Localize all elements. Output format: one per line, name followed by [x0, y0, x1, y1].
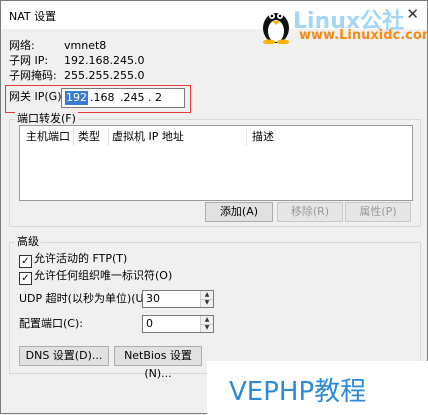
network-row: 网络: vmnet8	[9, 38, 106, 54]
allow-ftp-label: 允许活动的 FTP(T)	[34, 252, 128, 265]
port-forwarding-list[interactable]: 主机端口 类型 虚拟机 IP 地址 描述	[19, 125, 413, 201]
config-port-label: 配置端口(C):	[19, 317, 83, 330]
gateway-octet-4[interactable]: . 2	[148, 91, 162, 105]
network-label: 网络:	[9, 39, 35, 52]
config-port-spinbox[interactable]: 0 ▲ ▼	[142, 315, 214, 333]
udp-timeout-value[interactable]: 30	[146, 292, 160, 306]
window-title: NAT 设置	[9, 10, 57, 23]
checkbox-checked-icon[interactable]: ✓	[19, 272, 32, 285]
subnet-ip-row: 子网 IP: 192.168.245.0	[9, 53, 144, 69]
col-type[interactable]: 类型	[78, 130, 100, 144]
gateway-octet-3[interactable]: .245	[120, 91, 145, 105]
watermark-linux-url: www.Linuxidc.com	[299, 28, 428, 43]
advanced-label: 高级	[15, 235, 41, 249]
properties-button[interactable]: 属性(P)	[345, 202, 411, 222]
penguin-logo-icon	[263, 13, 289, 44]
checkbox-checked-icon[interactable]: ✓	[19, 255, 32, 268]
gateway-ip-input[interactable]: 192 .168 .245 . 2	[61, 88, 185, 108]
vephp-watermark-text: VEPHP教程	[229, 377, 367, 407]
allow-ftp-checkbox[interactable]: ✓ 允许活动的 FTP(T)	[19, 252, 128, 268]
network-value: vmnet8	[64, 39, 107, 52]
vephp-watermark: VEPHP教程	[207, 361, 428, 415]
col-description[interactable]: 描述	[252, 130, 274, 144]
udp-timeout-label: UDP 超时(以秒为单位)(U):	[19, 292, 152, 305]
allow-oui-checkbox[interactable]: ✓ 允许任何组织唯一标识符(O)	[19, 269, 173, 285]
subnet-mask-label: 子网掩码:	[9, 69, 57, 82]
spin-down-icon[interactable]: ▼	[201, 324, 213, 332]
gateway-octet-2[interactable]: .168	[90, 91, 115, 105]
subnet-mask-row: 子网掩码: 255.255.255.0	[9, 68, 144, 84]
subnet-mask-value: 255.255.255.0	[64, 69, 145, 82]
dns-settings-button[interactable]: DNS 设置(D)...	[19, 346, 109, 366]
allow-oui-label: 允许任何组织唯一标识符(O)	[34, 269, 173, 282]
netbios-settings-button[interactable]: NetBios 设置(N)...	[114, 346, 202, 380]
udp-timeout-spinbox[interactable]: 30 ▲ ▼	[142, 290, 214, 308]
port-forwarding-label: 端口转发(F)	[15, 112, 78, 126]
gateway-octet-1[interactable]: 192	[65, 91, 88, 105]
udp-spinner[interactable]: ▲ ▼	[200, 291, 213, 307]
spin-down-icon[interactable]: ▼	[201, 299, 213, 307]
col-host-port[interactable]: 主机端口	[26, 130, 70, 144]
nat-settings-dialog: NAT 设置 ✕ Linux公社 www.Linuxidc.com 网络: vmn…	[0, 0, 428, 415]
config-port-spinner[interactable]: ▲ ▼	[200, 316, 213, 332]
close-icon[interactable]: ✕	[406, 5, 419, 23]
add-button[interactable]: 添加(A)	[205, 202, 273, 222]
subnet-ip-label: 子网 IP:	[9, 54, 49, 67]
config-port-value[interactable]: 0	[146, 317, 153, 331]
remove-button[interactable]: 移除(R)	[277, 202, 343, 222]
col-vm-ip[interactable]: 虚拟机 IP 地址	[112, 130, 184, 144]
gateway-label: 网关 IP(G):	[9, 90, 66, 103]
subnet-ip-value: 192.168.245.0	[64, 54, 145, 67]
